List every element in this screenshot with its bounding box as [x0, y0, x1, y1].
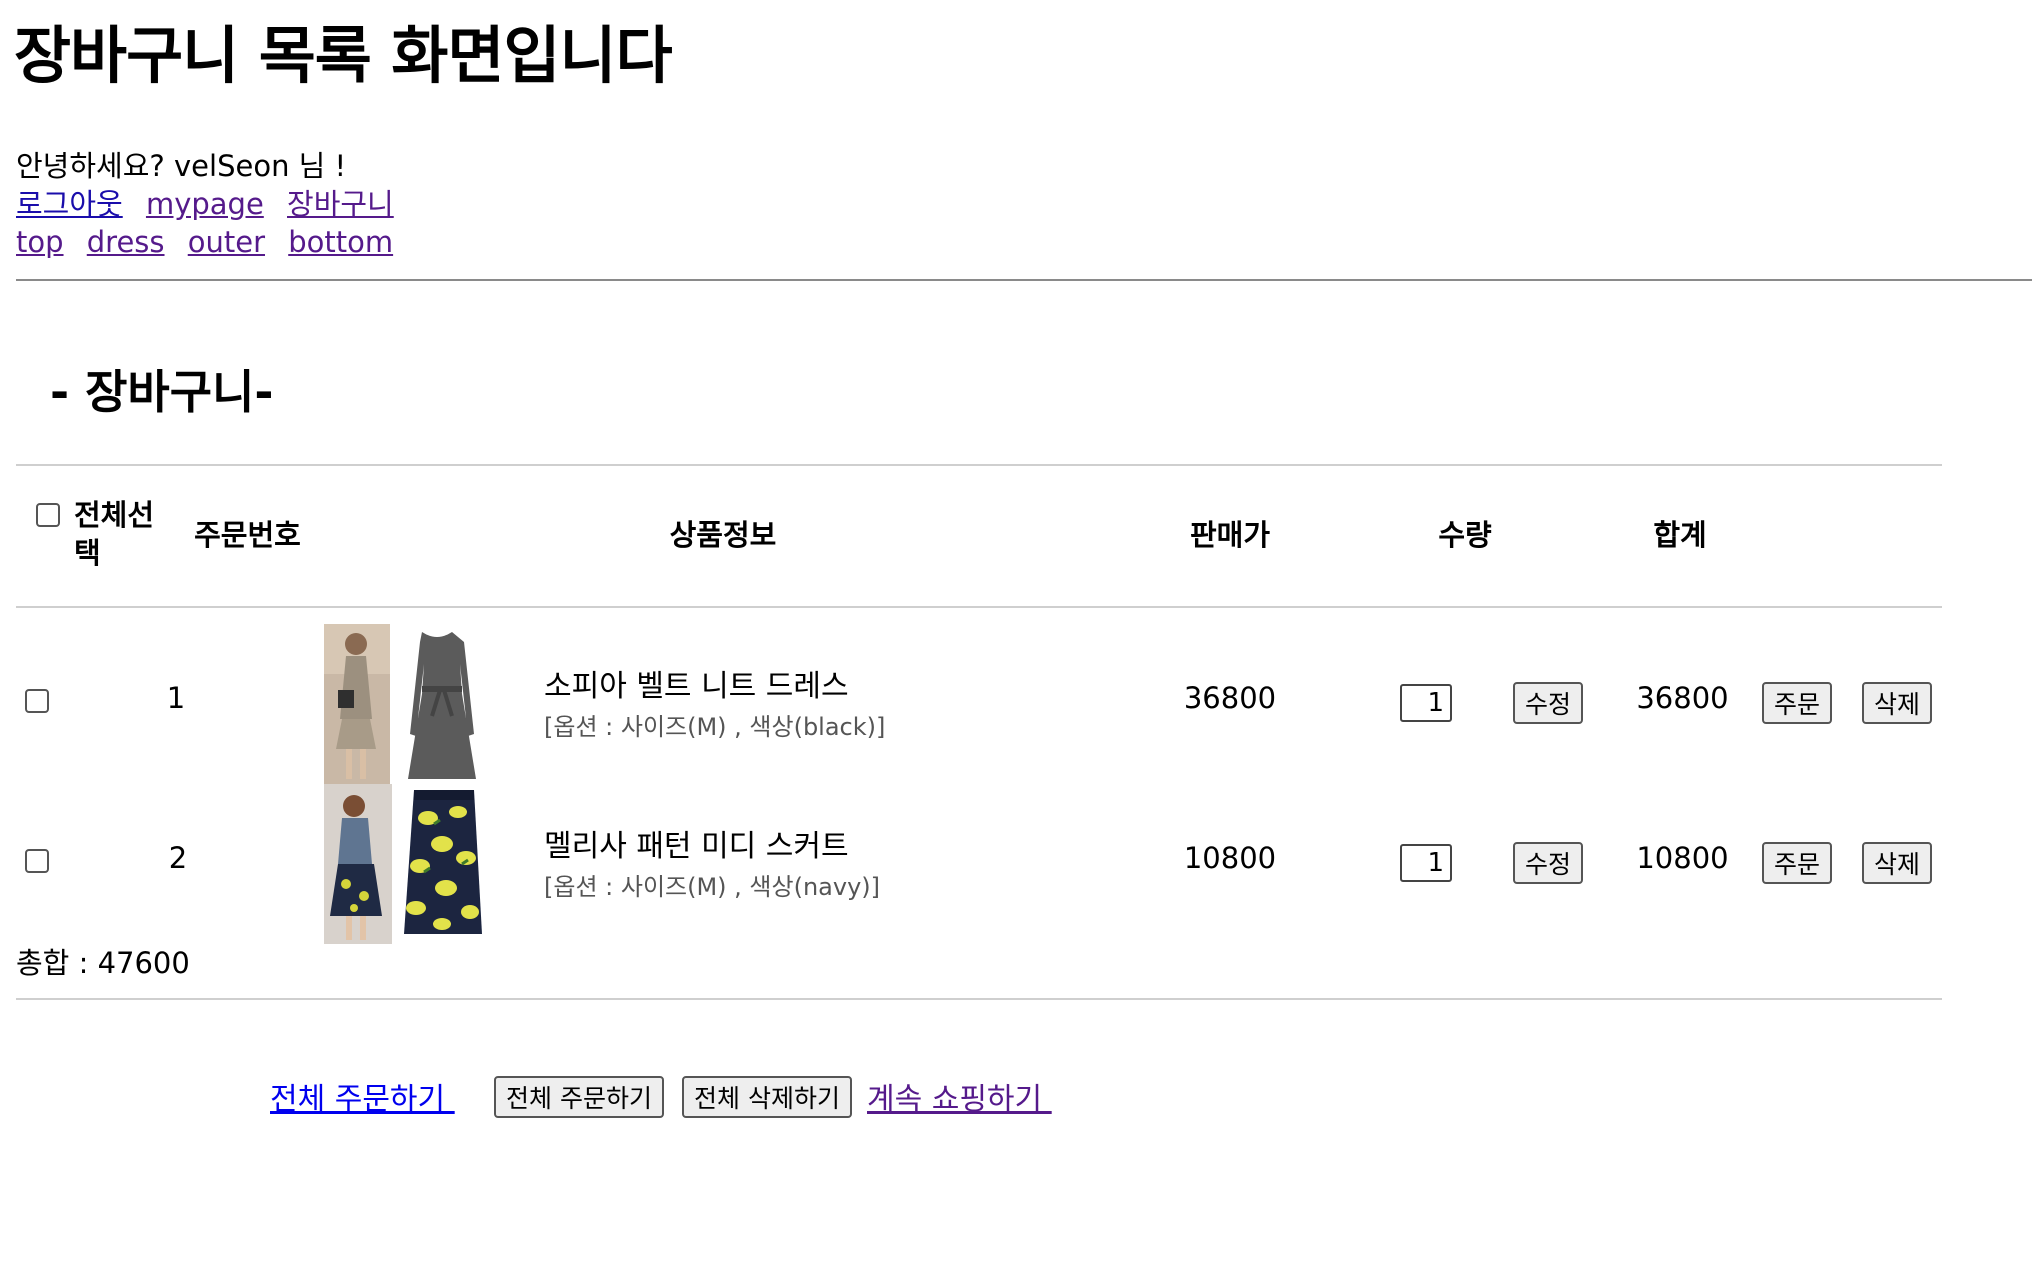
table-header-border — [16, 606, 1942, 608]
header-divider — [16, 279, 2032, 281]
page-title: 장바구니 목록 화면입니다 — [14, 19, 673, 92]
grand-total: 총합 : 47600 — [16, 946, 190, 980]
order-number: 1 — [166, 681, 186, 715]
product-name[interactable]: 소피아 벨트 니트 드레스 — [544, 661, 849, 705]
account-nav: 로그아웃 mypage 장바구니 — [16, 184, 408, 224]
product-price: 36800 — [1183, 681, 1277, 715]
product-thumbnail[interactable] — [324, 784, 484, 944]
product-name[interactable]: 멜리사 패턴 미디 스커트 — [544, 821, 849, 865]
order-item-button[interactable]: 주문 — [1762, 682, 1833, 724]
select-all-checkbox[interactable] — [36, 503, 60, 527]
column-header-total: 합계 — [1653, 518, 1707, 552]
order-item-button[interactable]: 주문 — [1762, 842, 1833, 884]
logout-link[interactable]: 로그아웃 — [16, 187, 123, 221]
column-header-price: 판매가 — [1189, 518, 1271, 552]
category-bottom-link[interactable]: bottom — [288, 225, 393, 259]
cart-link[interactable]: 장바구니 — [287, 187, 394, 221]
category-top-link[interactable]: top — [16, 225, 64, 259]
delete-all-button[interactable]: 전체 삭제하기 — [682, 1076, 852, 1118]
row-select-checkbox[interactable] — [25, 689, 49, 713]
row-subtotal: 10800 — [1636, 841, 1729, 875]
delete-item-button[interactable]: 삭제 — [1862, 682, 1933, 724]
greeting-text: 안녕하세요? velSeon 님 ! — [16, 149, 347, 183]
product-option: [옵션 : 사이즈(M) , 색상(black)] — [544, 713, 886, 741]
column-header-product-info: 상품정보 — [669, 518, 777, 552]
column-header-order-no: 주문번호 — [194, 518, 301, 552]
category-nav: top dress outer bottom — [16, 222, 407, 262]
order-number: 2 — [168, 841, 188, 875]
quantity-input[interactable] — [1400, 844, 1452, 882]
row-select-checkbox[interactable] — [25, 849, 49, 873]
row-subtotal: 36800 — [1636, 681, 1729, 715]
order-all-link[interactable]: 전체 주문하기 — [270, 1074, 455, 1118]
delete-item-button[interactable]: 삭제 — [1862, 842, 1933, 884]
category-outer-link[interactable]: outer — [188, 225, 265, 259]
mypage-link[interactable]: mypage — [146, 187, 264, 221]
update-quantity-button[interactable]: 수정 — [1513, 842, 1584, 884]
update-quantity-button[interactable]: 수정 — [1513, 682, 1584, 724]
product-option: [옵션 : 사이즈(M) , 색상(navy)] — [544, 873, 881, 901]
continue-shopping-link[interactable]: 계속 쇼핑하기 — [867, 1074, 1052, 1118]
category-dress-link[interactable]: dress — [87, 225, 165, 259]
column-header-quantity: 수량 — [1438, 518, 1492, 552]
product-price: 10800 — [1183, 841, 1277, 875]
order-all-button[interactable]: 전체 주문하기 — [494, 1076, 664, 1118]
product-thumbnail[interactable] — [324, 624, 484, 784]
cart-section-title: - 장바구니- — [50, 365, 274, 419]
quantity-input[interactable] — [1400, 684, 1452, 722]
column-header-select-all: 전체선택 — [74, 498, 155, 570]
table-bottom-border — [16, 998, 1942, 1000]
table-top-border — [16, 464, 1942, 466]
